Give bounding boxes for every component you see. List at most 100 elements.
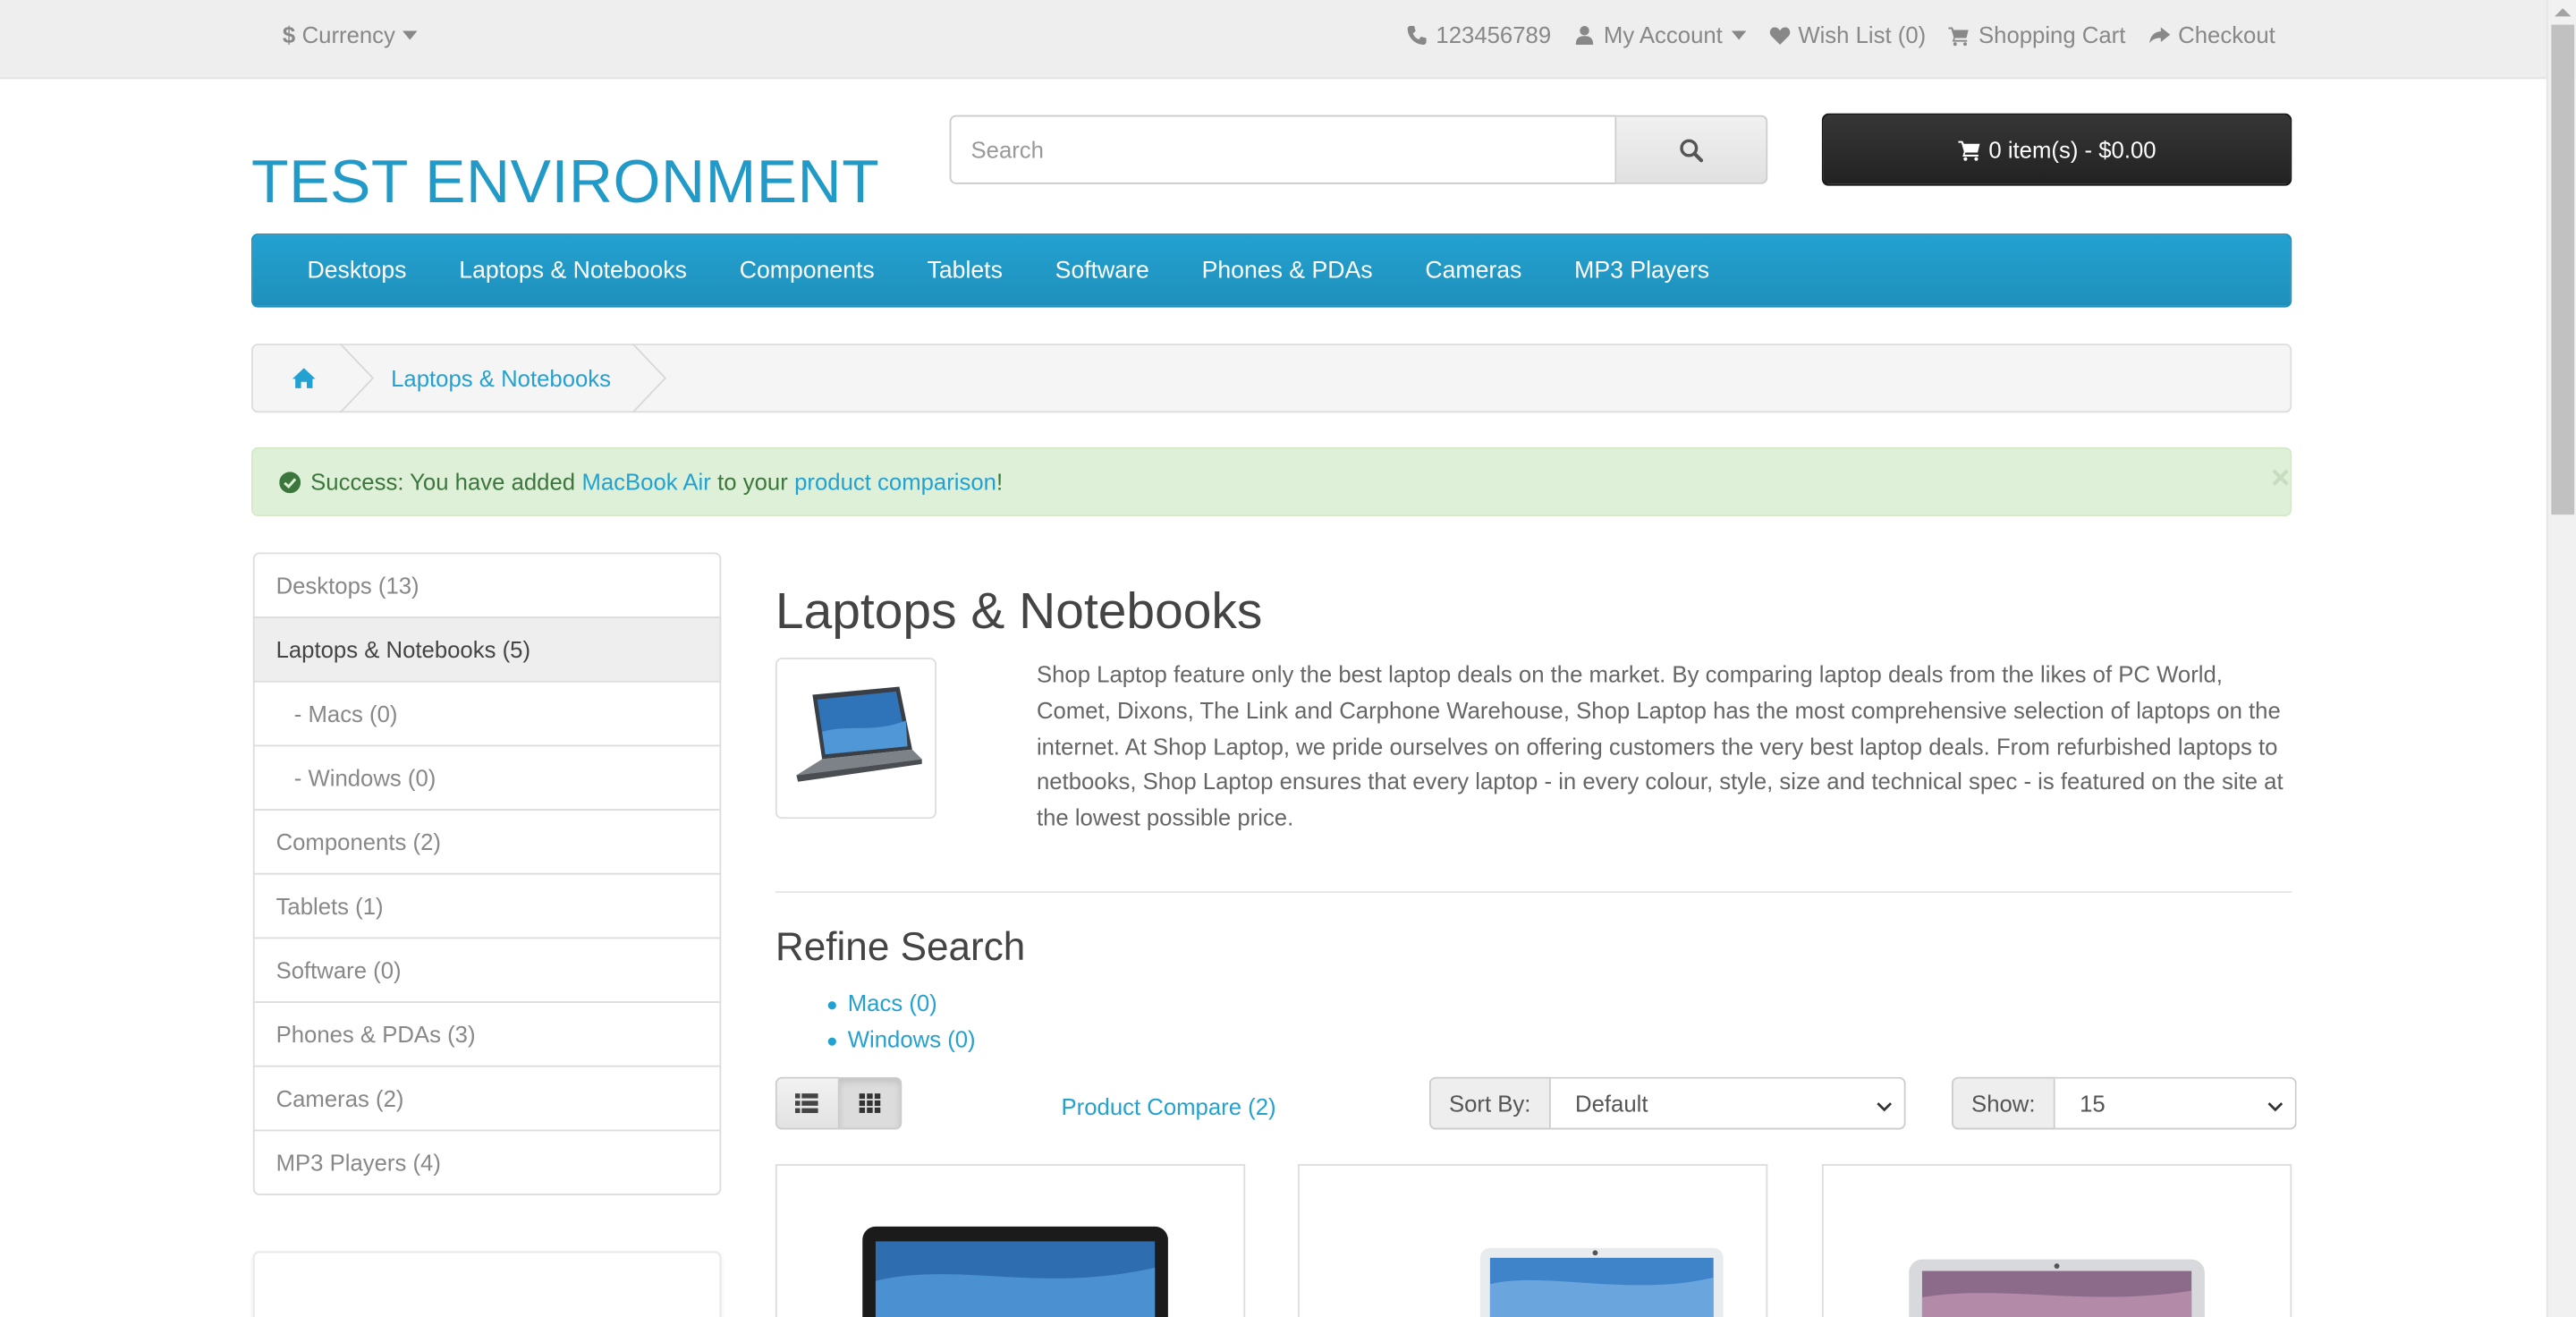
alert-product-link[interactable]: MacBook Air	[581, 469, 710, 495]
scroll-up-arrow-icon[interactable]	[2555, 8, 2572, 17]
divider	[775, 891, 2292, 893]
close-icon[interactable]: ×	[2271, 462, 2290, 495]
sidebar-item-tablets[interactable]: Tablets (1)	[252, 872, 722, 939]
breadcrumb-separator	[631, 343, 667, 413]
menu-item-tablets[interactable]: Tablets	[901, 258, 1029, 284]
menu-item-laptops-notebooks[interactable]: Laptops & Notebooks	[433, 258, 713, 284]
sort-control: Sort By: Default	[1428, 1076, 1906, 1130]
store-logo[interactable]: TEST ENVIRONMENT	[251, 148, 879, 217]
grid-view-button[interactable]	[838, 1076, 902, 1130]
sidebar-item-mp3-players[interactable]: MP3 Players (4)	[252, 1129, 722, 1196]
wishlist-link[interactable]: Wish List (0)	[1768, 21, 1926, 47]
dollar-icon: $	[282, 21, 296, 48]
show-select[interactable]: 15	[2055, 1076, 2297, 1130]
chevron-down-icon	[1874, 1095, 1894, 1115]
category-image	[775, 658, 936, 820]
sort-select[interactable]: Default	[1550, 1076, 1906, 1130]
page-scrollbar[interactable]	[2546, 0, 2576, 1317]
search-input[interactable]	[949, 115, 1617, 184]
search-bar	[949, 115, 1768, 184]
breadcrumb-laptops-notebooks[interactable]: Laptops & Notebooks	[391, 365, 611, 391]
success-alert: Success: You have added MacBook Air to y…	[251, 446, 2292, 517]
phone-icon	[1406, 24, 1428, 46]
breadcrumb: Laptops & Notebooks	[251, 343, 2292, 413]
refine-link-windows[interactable]: Windows (0)	[848, 1025, 976, 1051]
sidebar-item-laptops-notebooks[interactable]: Laptops & Notebooks (5)	[252, 616, 722, 683]
cart-button[interactable]: 0 item(s) - $0.00	[1821, 113, 2292, 186]
menu-item-phones-pdas[interactable]: Phones & PDAs	[1175, 258, 1399, 284]
phone-link[interactable]: 123456789	[1406, 21, 1551, 47]
my-account-dropdown[interactable]: My Account	[1574, 21, 1746, 47]
share-icon	[2148, 24, 2170, 46]
sidebar-item-software[interactable]: Software (0)	[252, 937, 722, 1003]
laptop-image	[796, 686, 922, 782]
search-icon	[1679, 137, 1704, 162]
cart-total: 0 item(s) - $0.00	[1988, 136, 2157, 163]
main-menu: Desktops Laptops & Notebooks Components …	[251, 233, 2292, 308]
currency-dropdown[interactable]: $ Currency	[283, 21, 417, 47]
sidebar-module	[252, 1251, 722, 1317]
search-button[interactable]	[1616, 115, 1768, 184]
phone-number: 123456789	[1436, 21, 1552, 48]
alert-message: Success: You have added MacBook Air to y…	[279, 469, 1003, 495]
refine-link-macs[interactable]: Macs (0)	[848, 990, 937, 1015]
sidebar-item-desktops[interactable]: Desktops (13)	[252, 552, 722, 618]
wishlist-label: Wish List (0)	[1798, 21, 1927, 48]
alert-compare-link[interactable]: product comparison	[794, 469, 996, 495]
refine-search-title: Refine Search	[775, 925, 1026, 971]
shopping-cart-link[interactable]: Shopping Cart	[1948, 21, 2126, 48]
product-image	[1479, 1247, 1724, 1317]
sidebar-item-components[interactable]: Components (2)	[252, 809, 722, 875]
grid-icon	[859, 1093, 880, 1113]
list-icon	[795, 1093, 819, 1114]
product-compare-link[interactable]: Product Compare (2)	[1062, 1093, 1276, 1119]
caret-down-icon	[402, 27, 417, 42]
checkout-label: Checkout	[2178, 21, 2275, 48]
sidebar-item-windows[interactable]: - Windows (0)	[252, 744, 722, 811]
product-image	[1909, 1259, 2205, 1317]
menu-item-cameras[interactable]: Cameras	[1399, 258, 1548, 284]
page-title: Laptops & Notebooks	[775, 582, 1263, 640]
checkout-link[interactable]: Checkout	[2148, 21, 2275, 47]
show-label: Show:	[1951, 1076, 2055, 1130]
menu-item-desktops[interactable]: Desktops	[281, 258, 433, 284]
view-toggle	[775, 1076, 902, 1130]
my-account-label: My Account	[1603, 21, 1723, 48]
alert-suffix: !	[996, 468, 1004, 496]
caret-down-icon	[1731, 27, 1746, 42]
heart-icon	[1768, 24, 1790, 46]
sort-value: Default	[1575, 1090, 1648, 1117]
product-card[interactable]	[775, 1164, 1246, 1317]
home-icon[interactable]	[292, 367, 316, 390]
menu-item-mp3-players[interactable]: MP3 Players	[1548, 258, 1736, 284]
shopping-cart-label: Shopping Cart	[1978, 21, 2126, 48]
menu-item-components[interactable]: Components	[713, 258, 901, 284]
cart-icon	[1948, 24, 1970, 46]
alert-middle: to your	[717, 468, 788, 496]
top-bar: $ Currency 123456789 My Account Wish Lis…	[0, 0, 2576, 80]
show-value: 15	[2080, 1090, 2106, 1117]
cart-icon	[1957, 138, 1980, 161]
product-image	[862, 1226, 1168, 1317]
check-circle-icon	[279, 471, 301, 493]
list-item: Macs (0)	[827, 990, 976, 1025]
category-description: Shop Laptop feature only the best laptop…	[1036, 660, 2284, 831]
sidebar-item-macs[interactable]: - Macs (0)	[252, 680, 722, 747]
sort-label: Sort By:	[1428, 1076, 1551, 1130]
menu-item-software[interactable]: Software	[1029, 258, 1175, 284]
alert-prefix: Success: You have added	[310, 468, 576, 496]
product-card[interactable]	[1821, 1164, 2292, 1317]
currency-label: Currency	[301, 21, 395, 48]
list-view-button[interactable]	[775, 1076, 839, 1130]
page: $ Currency 123456789 My Account Wish Lis…	[0, 0, 2576, 1317]
top-links: 123456789 My Account Wish List (0) Shopp…	[1406, 21, 2275, 47]
category-sidebar: Desktops (13) Laptops & Notebooks (5) - …	[252, 552, 722, 1196]
show-control: Show: 15	[1951, 1076, 2297, 1130]
scrollbar-thumb[interactable]	[2551, 24, 2575, 515]
refine-search-list: Macs (0) Windows (0)	[827, 990, 976, 1061]
chevron-down-icon	[2266, 1095, 2285, 1115]
sidebar-item-phones-pdas[interactable]: Phones & PDAs (3)	[252, 1001, 722, 1067]
sidebar-item-cameras[interactable]: Cameras (2)	[252, 1065, 722, 1132]
user-icon	[1574, 24, 1596, 46]
product-card[interactable]	[1297, 1164, 1768, 1317]
